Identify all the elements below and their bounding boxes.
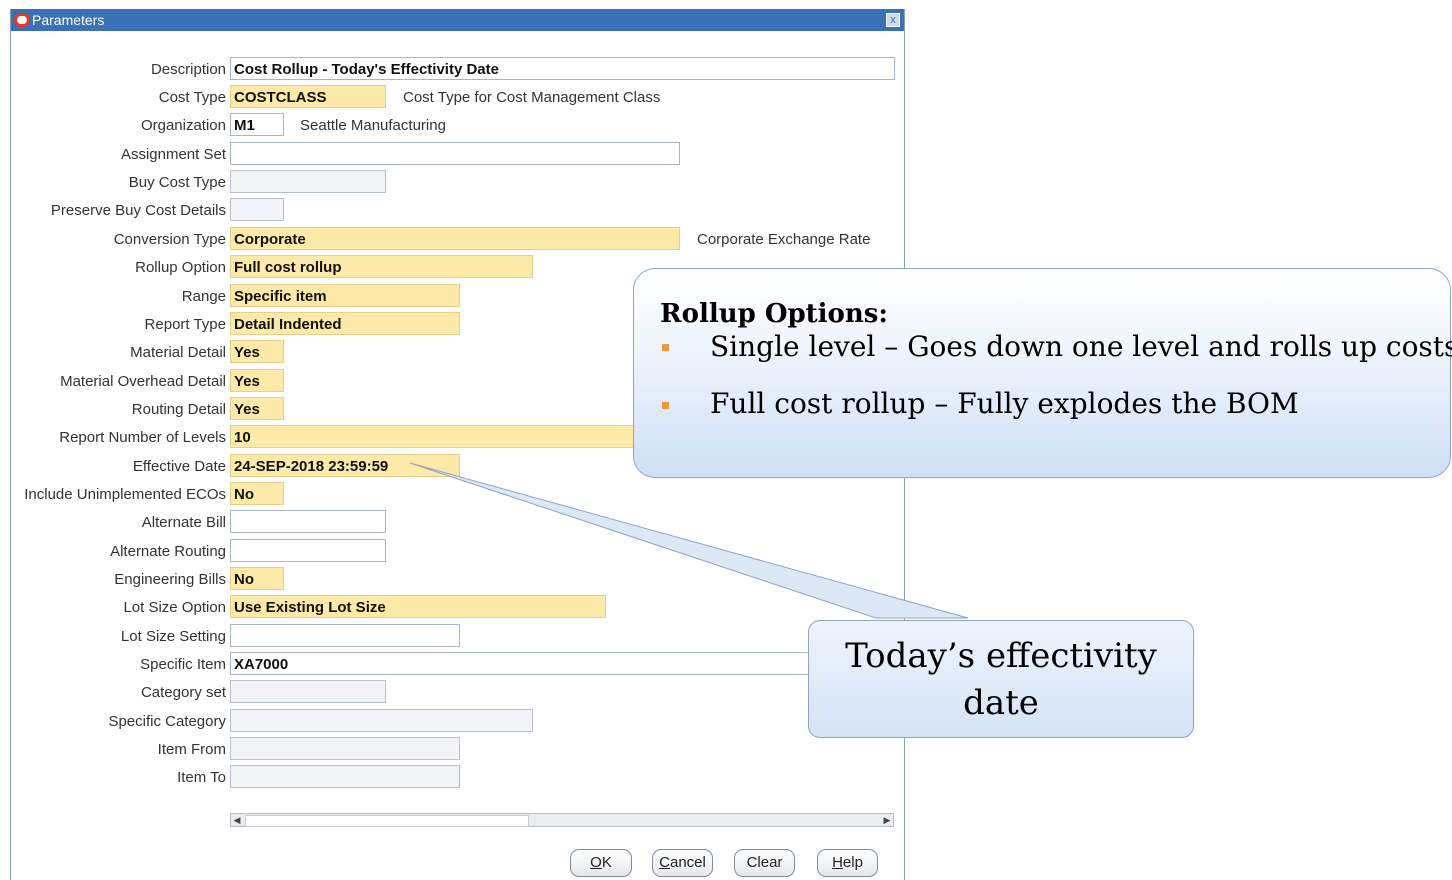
bullet-icon [662,402,669,409]
callout-bullet-2: Full cost rollup – Fully explodes the BO… [710,387,1299,420]
callout-line-1: Today’s effectivity [845,636,1157,676]
callout-bullet-1: Single level – Goes down one level and r… [710,330,1452,363]
rollup-options-callout: Rollup Options: Single level – Goes down… [633,268,1452,478]
callout-line-2: date [963,683,1039,723]
effectivity-date-callout: Today’s effectivity date [808,620,1194,738]
callout-heading: Rollup Options: [660,299,889,329]
bullet-icon [662,344,669,351]
